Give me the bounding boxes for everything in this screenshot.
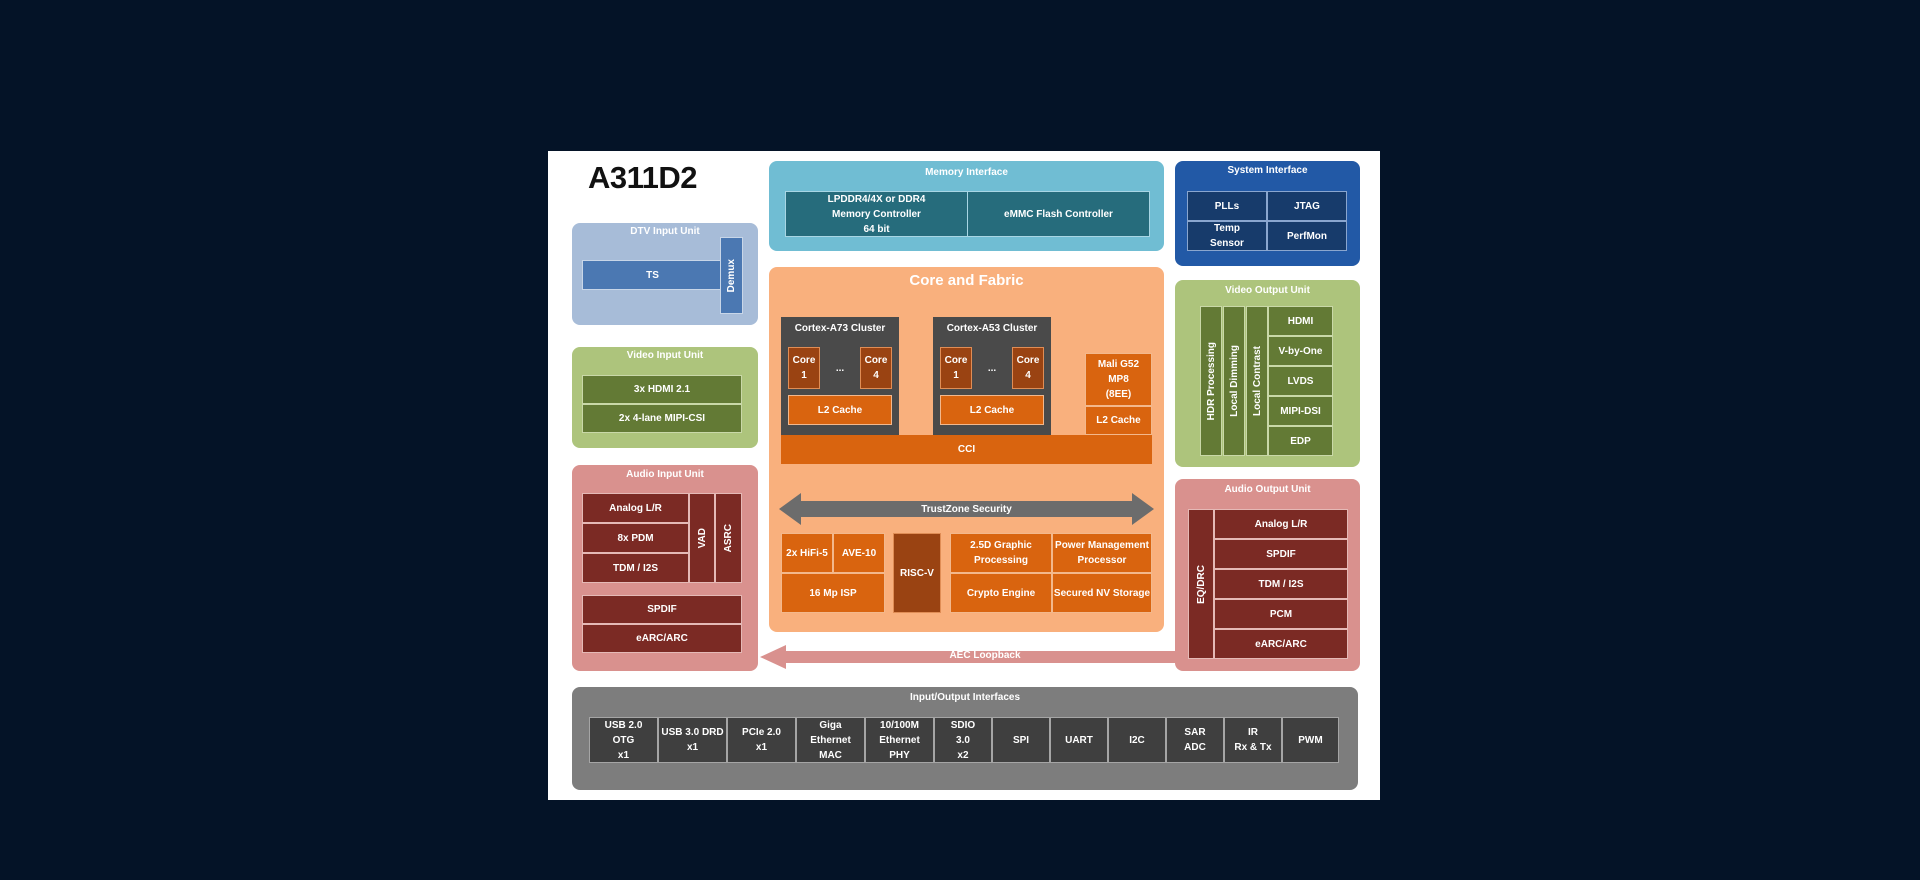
a73-core-1: Core 1: [788, 347, 820, 389]
system-item-temp-sensor: Temp Sensor: [1187, 221, 1267, 251]
dtv-input-unit: DTV Input Unit TS Demux: [572, 223, 758, 325]
audio-input-item: Analog L/R: [582, 493, 689, 523]
video-output-unit: Video Output Unit HDR Processing Local D…: [1175, 280, 1360, 467]
video-output-item: MIPI-DSI: [1268, 396, 1333, 426]
emmc-controller: eMMC Flash Controller: [967, 191, 1150, 237]
asrc-label: ASRC: [723, 523, 734, 553]
io-item: SPI: [992, 717, 1050, 763]
a73-title: Cortex-A73 Cluster: [794, 323, 886, 334]
video-input-item: 3x HDMI 2.1: [582, 375, 742, 404]
io-title: Input/Output Interfaces: [910, 692, 1020, 703]
audio-output-unit: Audio Output Unit EQ/DRC Analog L/R SPDI…: [1175, 479, 1360, 671]
system-item-plls: PLLs: [1187, 191, 1267, 221]
vad-block: VAD: [689, 493, 715, 583]
video-output-item: LVDS: [1268, 366, 1333, 396]
video-output-title: Video Output Unit: [1225, 285, 1310, 296]
hdr-processing-label: HDR Processing: [1205, 341, 1217, 421]
ts-block: TS: [582, 260, 723, 290]
crypto-engine: Crypto Engine: [950, 573, 1052, 613]
dtv-input-title: DTV Input Unit: [630, 226, 700, 237]
system-item-perfmon: PerfMon: [1267, 221, 1347, 251]
a73-core-4: Core 4: [860, 347, 892, 389]
audio-output-title: Audio Output Unit: [1224, 484, 1311, 495]
graphic-processing: 2.5D Graphic Processing: [950, 533, 1052, 573]
io-item: SDIO 3.0 x2: [934, 717, 992, 763]
eq-drc-block: EQ/DRC: [1188, 509, 1214, 659]
video-output-item: HDMI: [1268, 306, 1333, 336]
aec-loopback-label: AEC Loopback: [949, 649, 1021, 661]
io-item: USB 3.0 DRD x1: [658, 717, 727, 763]
io-item: SAR ADC: [1166, 717, 1224, 763]
core-and-fabric: Core and Fabric Cortex-A73 Cluster Core …: [769, 267, 1164, 632]
local-dimming-label: Local Dimming: [1228, 345, 1240, 417]
system-interface: System Interface PLLs JTAG Temp Sensor P…: [1175, 161, 1360, 266]
io-item: Giga Ethernet MAC: [796, 717, 865, 763]
local-dimming: Local Dimming: [1223, 306, 1245, 456]
power-management-processor: Power Management Processor: [1052, 533, 1152, 573]
a73-ellipsis: ...: [835, 362, 845, 374]
demux-label: Demux: [726, 258, 737, 293]
video-output-item: EDP: [1268, 426, 1333, 456]
audio-input-unit: Audio Input Unit Analog L/R 8x PDM TDM /…: [572, 465, 758, 671]
asrc-block: ASRC: [715, 493, 742, 583]
io-item: 10/100M Ethernet PHY: [865, 717, 934, 763]
memory-controller: LPDDR4/4X or DDR4 Memory Controller 64 b…: [785, 191, 968, 237]
hifi-dsp: 2x HiFi-5: [781, 533, 833, 573]
gpu-l2-cache: L2 Cache: [1085, 406, 1152, 435]
vad-label: VAD: [696, 527, 708, 549]
isp: 16 Mp ISP: [781, 573, 885, 613]
memory-title: Memory Interface: [925, 167, 1008, 178]
cortex-a73-cluster: Cortex-A73 Cluster Core 1 ... Core 4 L2 …: [781, 317, 899, 435]
hdr-processing: HDR Processing: [1200, 306, 1222, 456]
audio-input-item: SPDIF: [582, 595, 742, 624]
memory-interface: Memory Interface LPDDR4/4X or DDR4 Memor…: [769, 161, 1164, 251]
io-item: USB 2.0 OTG x1: [589, 717, 658, 763]
video-output-item: V-by-One: [1268, 336, 1333, 366]
a53-ellipsis: ...: [987, 362, 997, 374]
audio-output-item: TDM / I2S: [1214, 569, 1348, 599]
io-item: PCIe 2.0 x1: [727, 717, 796, 763]
secured-nv-storage: Secured NV Storage: [1052, 573, 1152, 613]
core-title: Core and Fabric: [909, 272, 1024, 289]
audio-input-item: eARC/ARC: [582, 624, 742, 653]
video-input-item: 2x 4-lane MIPI-CSI: [582, 404, 742, 433]
io-interfaces: Input/Output Interfaces USB 2.0 OTG x1 U…: [572, 687, 1358, 790]
mali-gpu: Mali G52 MP8 (8EE): [1085, 353, 1152, 406]
io-item: PWM: [1282, 717, 1339, 763]
io-item: I2C: [1108, 717, 1166, 763]
audio-input-title: Audio Input Unit: [626, 469, 704, 480]
io-item: IR Rx & Tx: [1224, 717, 1282, 763]
audio-input-item: 8x PDM: [582, 523, 689, 553]
a73-l2-cache: L2 Cache: [788, 395, 892, 425]
cortex-a53-cluster: Cortex-A53 Cluster Core 1 ... Core 4 L2 …: [933, 317, 1051, 435]
risc-v: RISC-V: [893, 533, 941, 613]
ave-10: AVE-10: [833, 533, 885, 573]
io-row: USB 2.0 OTG x1 USB 3.0 DRD x1 PCIe 2.0 x…: [589, 717, 1339, 763]
chip-title: A311D2: [588, 160, 698, 195]
a53-core-1: Core 1: [940, 347, 972, 389]
audio-output-item: SPDIF: [1214, 539, 1348, 569]
audio-output-item: eARC/ARC: [1214, 629, 1348, 659]
system-title: System Interface: [1227, 165, 1308, 176]
audio-output-item: Analog L/R: [1214, 509, 1348, 539]
io-item: UART: [1050, 717, 1108, 763]
trustzone-label: TrustZone Security: [921, 503, 1012, 515]
eq-drc-label: EQ/DRC: [1195, 564, 1207, 604]
demux-block: Demux: [720, 237, 743, 314]
local-contrast: Local Contrast: [1246, 306, 1268, 456]
system-item-jtag: JTAG: [1267, 191, 1347, 221]
a53-title: Cortex-A53 Cluster: [946, 323, 1038, 334]
cci-bus: CCI: [781, 435, 1152, 464]
audio-input-item: TDM / I2S: [582, 553, 689, 583]
video-input-unit: Video Input Unit 3x HDMI 2.1 2x 4-lane M…: [572, 347, 758, 448]
local-contrast-label: Local Contrast: [1251, 345, 1263, 416]
audio-output-item: PCM: [1214, 599, 1348, 629]
a53-l2-cache: L2 Cache: [940, 395, 1044, 425]
video-input-title: Video Input Unit: [626, 350, 704, 361]
a53-core-4: Core 4: [1012, 347, 1044, 389]
